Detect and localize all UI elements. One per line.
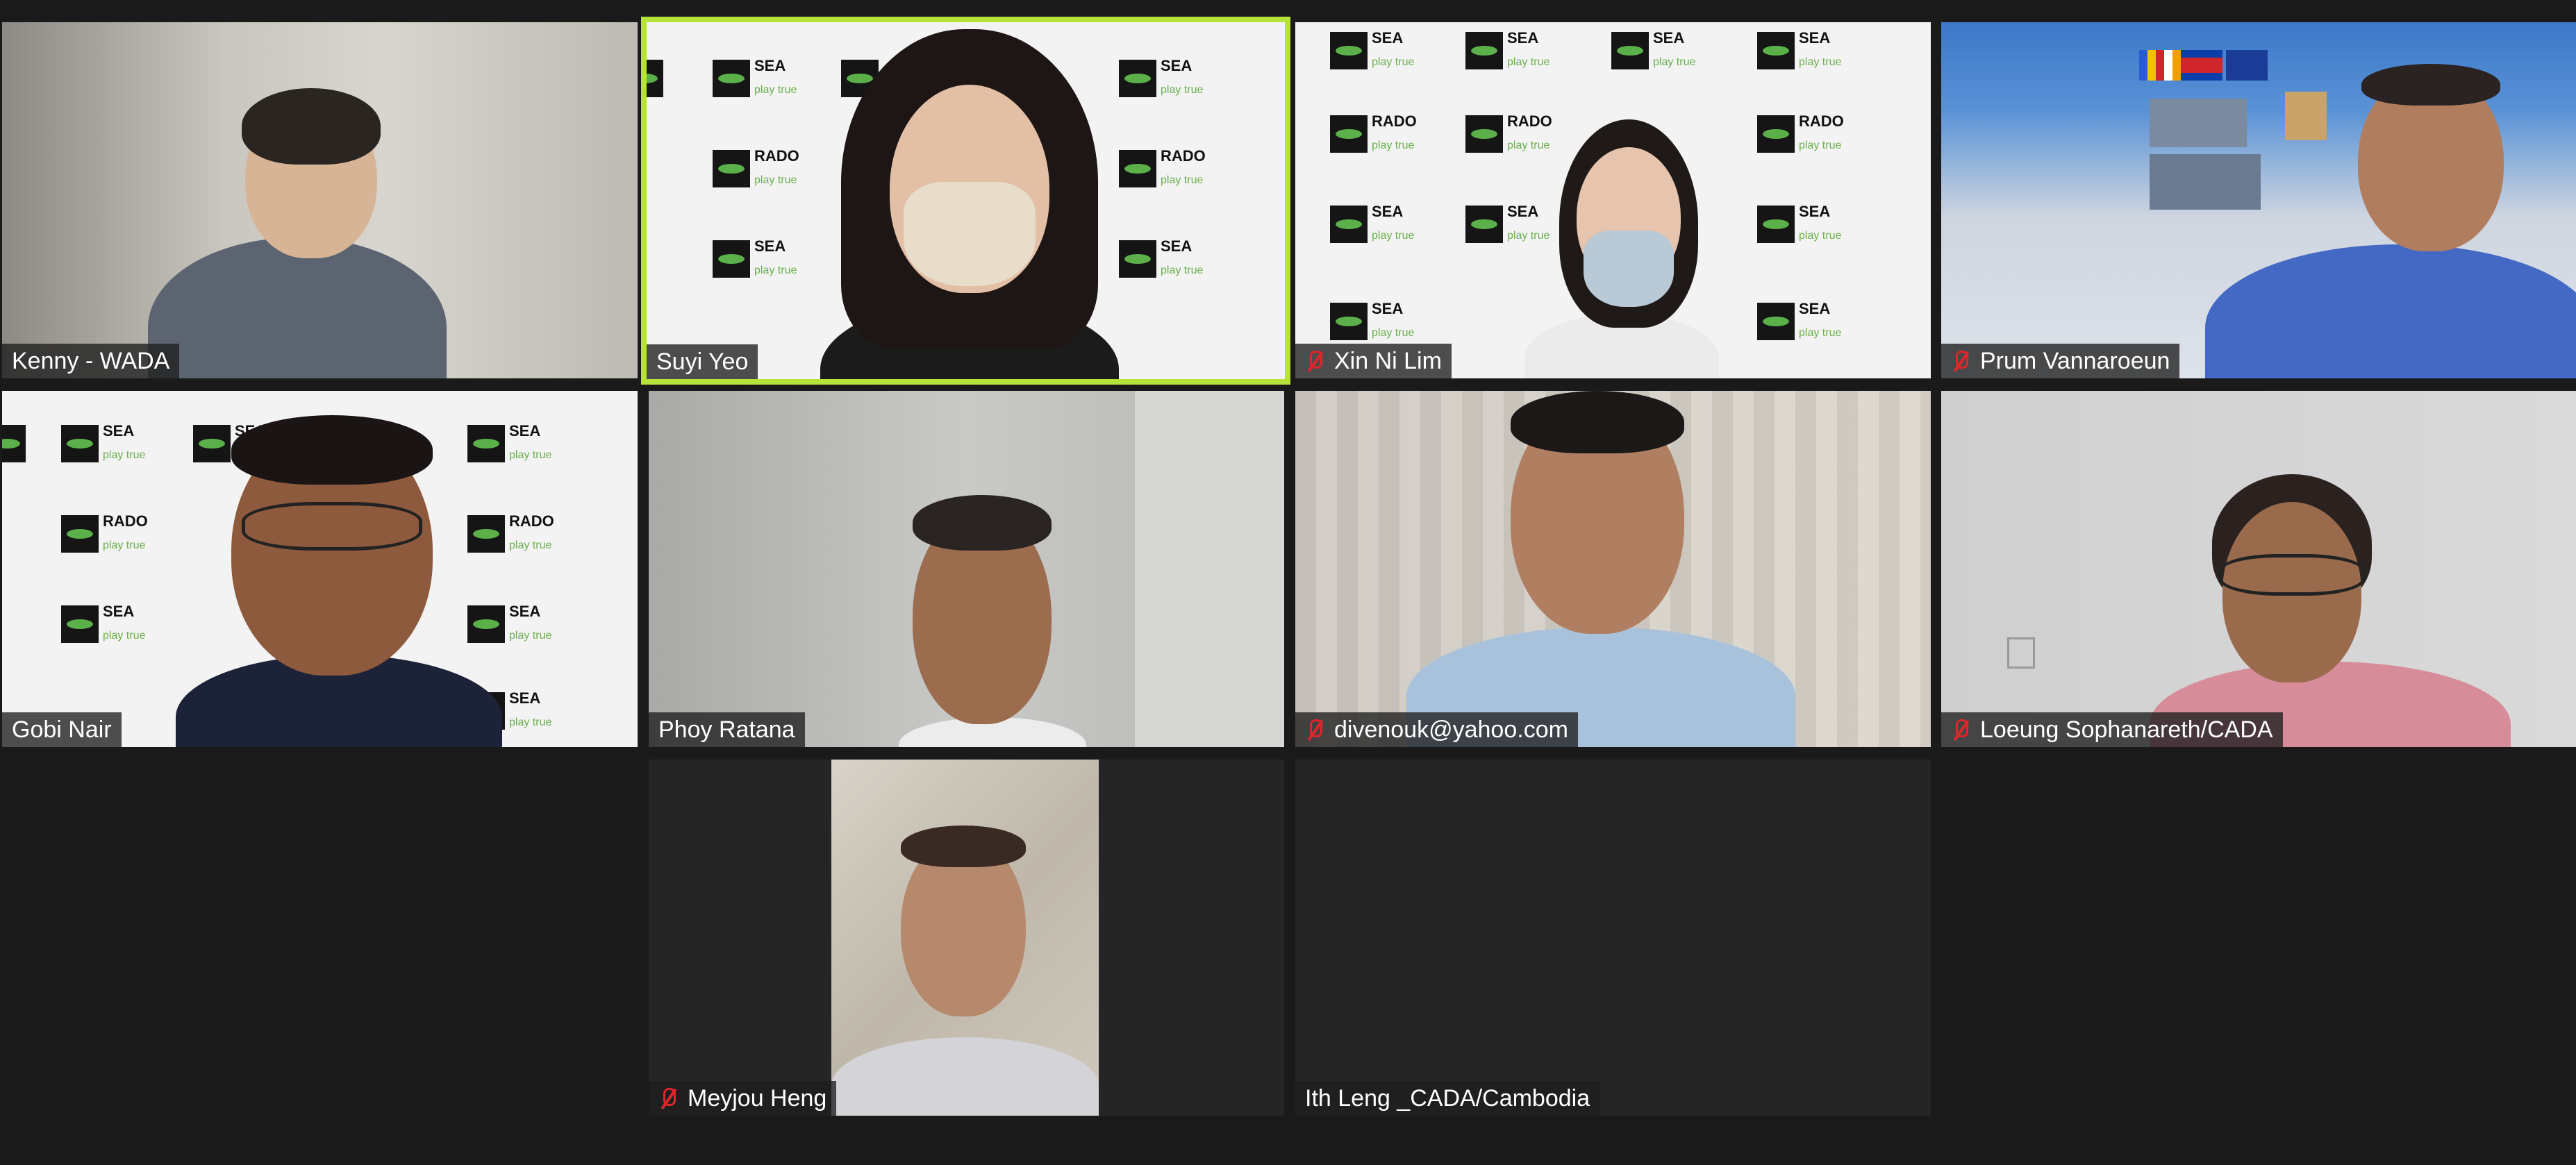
participant-tile-xin-ni-lim[interactable]: SEA play true SEA play true SEA play true S… <box>1295 22 1931 378</box>
wall-corner <box>1135 391 1284 747</box>
participant-tile-kenny[interactable]: Kenny - WADA <box>2 22 638 378</box>
participant-name-label: Xin Ni Lim <box>1295 344 1452 378</box>
cambodian-flag-icon <box>2181 50 2222 81</box>
participant-name-label: Suyi Yeo <box>647 344 758 379</box>
participant-tile-phoy-ratana[interactable]: Phoy Ratana <box>649 391 1284 747</box>
microphone-muted-icon <box>1305 349 1324 373</box>
participant-tile-meyjou-heng[interactable]: Meyjou Heng <box>649 760 1284 1116</box>
participant-tile-prum-vannaroeun[interactable]: Prum Vannaroeun <box>1941 22 2576 378</box>
wall-photo <box>2150 99 2247 147</box>
participant-name-label: Kenny - WADA <box>2 344 180 378</box>
participant-video <box>242 88 381 165</box>
participant-name-label: Prum Vannaroeun <box>1941 344 2180 378</box>
participant-video <box>913 495 1052 551</box>
video-gallery: Kenny - WADA SEA play true SEA play true R… <box>0 0 2576 1165</box>
microphone-muted-icon <box>658 1087 678 1110</box>
participant-name-label: Phoy Ratana <box>649 712 805 747</box>
participant-video <box>2219 554 2365 596</box>
participant-name-label: Ith Leng _CADA/Cambodia <box>1295 1081 1600 1116</box>
participant-name-label: Loeung Sophanareth/CADA <box>1941 712 2283 747</box>
emblem-icon <box>2226 50 2268 81</box>
participant-video <box>831 760 1099 1116</box>
participant-name-label: Meyjou Heng <box>649 1081 837 1116</box>
participant-video <box>904 182 1036 286</box>
participant-tile-suyi-yeo[interactable]: SEA play true SEA play true RADO play true … <box>641 17 1290 385</box>
participant-video <box>2361 64 2500 106</box>
wall-photo <box>2150 154 2261 210</box>
participant-video <box>1511 391 1684 453</box>
participant-tile-divenouk[interactable]: divenouk@yahoo.com <box>1295 391 1931 747</box>
participant-tile-loeung-sophanareth[interactable]: Loeung Sophanareth/CADA <box>1941 391 2576 747</box>
participant-video <box>2205 244 2576 378</box>
wall-switch <box>2007 637 2035 669</box>
participant-tile-ith-leng[interactable]: Ith Leng _CADA/Cambodia <box>1295 760 1931 1116</box>
participant-video <box>231 415 433 485</box>
participant-video <box>148 237 447 378</box>
participant-name-label: Gobi Nair <box>2 712 122 747</box>
microphone-muted-icon <box>1305 718 1324 741</box>
participant-name-label: divenouk@yahoo.com <box>1295 712 1578 747</box>
microphone-muted-icon <box>1951 349 1970 373</box>
participant-video <box>1584 231 1674 307</box>
participant-tile-gobi-nair[interactable]: SEAplay true SEAplay true SEAplay true R… <box>2 391 638 747</box>
participant-video <box>242 502 422 551</box>
buddhist-flag-icon <box>2139 50 2181 81</box>
microphone-muted-icon <box>1951 718 1970 741</box>
wall-photo <box>2285 92 2327 140</box>
